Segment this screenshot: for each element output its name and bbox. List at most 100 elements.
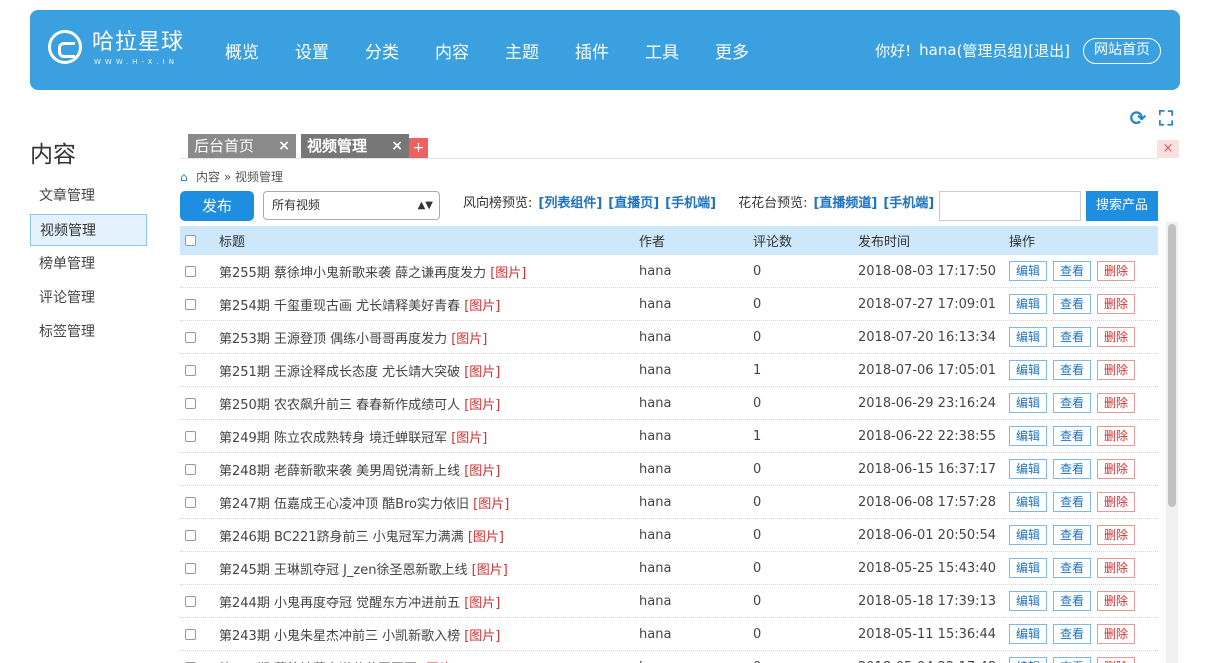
view-button[interactable]: 查看	[1053, 624, 1091, 644]
row-checkbox[interactable]	[185, 430, 196, 442]
delete-button[interactable]: 删除	[1097, 558, 1135, 578]
logout-link[interactable]: [退出]	[1028, 40, 1070, 61]
view-button[interactable]: 查看	[1053, 558, 1091, 578]
preview2-mobile-link[interactable]: [手机端]	[883, 192, 934, 211]
close-icon[interactable]: ×	[391, 134, 403, 158]
nav-overview[interactable]: 概览	[225, 38, 259, 63]
row-checkbox[interactable]	[185, 397, 196, 409]
edit-button[interactable]: 编辑	[1009, 459, 1047, 479]
view-button[interactable]: 查看	[1053, 492, 1091, 512]
row-title[interactable]: 第245期 王琳凯夺冠 J_zen徐圣恩新歌上线	[219, 563, 467, 578]
delete-button[interactable]: 删除	[1097, 492, 1135, 512]
publish-button[interactable]: 发布	[180, 191, 254, 221]
edit-button[interactable]: 编辑	[1009, 360, 1047, 380]
logo[interactable]: 哈拉星球 WWW.H-X.IN	[48, 30, 198, 74]
row-title[interactable]: 第251期 王源诠释成长态度 尤长靖大突破	[219, 365, 460, 380]
nav-tools[interactable]: 工具	[645, 38, 679, 63]
row-checkbox[interactable]	[185, 463, 196, 475]
edit-button[interactable]: 编辑	[1009, 492, 1047, 512]
nav-categories[interactable]: 分类	[365, 38, 399, 63]
scrollbar[interactable]	[1166, 222, 1178, 663]
delete-button[interactable]: 删除	[1097, 261, 1135, 281]
edit-button[interactable]: 编辑	[1009, 624, 1047, 644]
close-panel-icon[interactable]: ×	[1157, 140, 1179, 158]
sidebar-item-charts[interactable]: 榜单管理	[30, 248, 147, 280]
delete-button[interactable]: 删除	[1097, 624, 1135, 644]
delete-button[interactable]: 删除	[1097, 525, 1135, 545]
select-all-checkbox[interactable]	[185, 235, 196, 246]
view-button[interactable]: 查看	[1053, 525, 1091, 545]
delete-button[interactable]: 删除	[1097, 294, 1135, 314]
close-icon[interactable]: ×	[278, 134, 290, 158]
row-checkbox[interactable]	[185, 562, 196, 574]
nav-more[interactable]: 更多	[715, 38, 749, 63]
delete-button[interactable]: 删除	[1097, 657, 1135, 663]
edit-button[interactable]: 编辑	[1009, 261, 1047, 281]
row-title[interactable]: 第253期 王源登顶 偶练小哥哥再度发力	[219, 332, 447, 347]
preview-live-page-link[interactable]: [直播页]	[608, 192, 659, 211]
edit-button[interactable]: 编辑	[1009, 393, 1047, 413]
scrollbar-thumb[interactable]	[1168, 224, 1176, 507]
add-tab-icon[interactable]: +	[409, 138, 428, 158]
nav-settings[interactable]: 设置	[295, 38, 329, 63]
row-title[interactable]: 第246期 BC221跻身前三 小鬼冠军力满满	[219, 530, 464, 545]
row-checkbox[interactable]	[185, 496, 196, 508]
row-title[interactable]: 第250期 农农飙升前三 春春新作成绩可人	[219, 398, 460, 413]
nav-content[interactable]: 内容	[435, 38, 469, 63]
view-button[interactable]: 查看	[1053, 591, 1091, 611]
view-button[interactable]: 查看	[1053, 459, 1091, 479]
preview-live-channel-link[interactable]: [直播频道]	[813, 192, 877, 211]
tab-video-management[interactable]: 视频管理 ×	[301, 134, 409, 158]
row-checkbox[interactable]	[185, 298, 196, 310]
row-title[interactable]: 第243期 小鬼朱星杰冲前三 小凯新歌入榜	[219, 629, 460, 644]
nav-themes[interactable]: 主题	[505, 38, 539, 63]
nav-plugins[interactable]: 插件	[575, 38, 609, 63]
edit-button[interactable]: 编辑	[1009, 558, 1047, 578]
row-checkbox[interactable]	[185, 628, 196, 640]
row-title[interactable]: 第255期 蔡徐坤小鬼新歌来袭 薛之谦再度发力	[219, 266, 486, 281]
site-home-button[interactable]: 网站首页	[1083, 38, 1161, 64]
sidebar-item-articles[interactable]: 文章管理	[30, 180, 147, 212]
fullscreen-icon[interactable]: ⛶	[1156, 108, 1176, 128]
search-button[interactable]: 搜索产品	[1086, 191, 1158, 221]
row-title[interactable]: 第248期 老薛新歌来袭 美男周锐清新上线	[219, 464, 460, 479]
row-title[interactable]: 第244期 小鬼再度夺冠 觉醒东方冲进前五	[219, 596, 460, 611]
view-button[interactable]: 查看	[1053, 393, 1091, 413]
delete-button[interactable]: 删除	[1097, 459, 1135, 479]
edit-button[interactable]: 编辑	[1009, 591, 1047, 611]
edit-button[interactable]: 编辑	[1009, 426, 1047, 446]
row-checkbox[interactable]	[185, 529, 196, 541]
row-title[interactable]: 第247期 伍嘉成王心凌冲顶 酷Bro实力依旧	[219, 497, 469, 512]
preview-list-component-link[interactable]: [列表组件]	[538, 192, 602, 211]
view-button[interactable]: 查看	[1053, 657, 1091, 663]
home-icon[interactable]: ⌂	[180, 171, 192, 183]
tab-dashboard[interactable]: 后台首页 ×	[188, 134, 296, 158]
view-button[interactable]: 查看	[1053, 261, 1091, 281]
video-filter-select[interactable]: 所有视频 ▲▼	[263, 191, 440, 220]
edit-button[interactable]: 编辑	[1009, 327, 1047, 347]
view-button[interactable]: 查看	[1053, 426, 1091, 446]
view-button[interactable]: 查看	[1053, 327, 1091, 347]
row-checkbox[interactable]	[185, 364, 196, 376]
delete-button[interactable]: 删除	[1097, 426, 1135, 446]
sidebar-item-tags[interactable]: 标签管理	[30, 316, 147, 348]
delete-button[interactable]: 删除	[1097, 393, 1135, 413]
refresh-icon[interactable]: ⟳	[1128, 108, 1148, 128]
view-button[interactable]: 查看	[1053, 294, 1091, 314]
edit-button[interactable]: 编辑	[1009, 525, 1047, 545]
row-checkbox[interactable]	[185, 331, 196, 343]
delete-button[interactable]: 删除	[1097, 360, 1135, 380]
preview-mobile-link[interactable]: [手机端]	[665, 192, 716, 211]
view-button[interactable]: 查看	[1053, 360, 1091, 380]
edit-button[interactable]: 编辑	[1009, 657, 1047, 663]
edit-button[interactable]: 编辑	[1009, 294, 1047, 314]
row-title[interactable]: 第254期 千玺重现古画 尤长靖释美好青春	[219, 299, 460, 314]
sidebar-item-videos[interactable]: 视频管理	[30, 214, 147, 246]
search-input[interactable]	[939, 191, 1081, 221]
row-checkbox[interactable]	[185, 595, 196, 607]
delete-button[interactable]: 删除	[1097, 327, 1135, 347]
row-title[interactable]: 第249期 陈立农成熟转身 境迁蝉联冠军	[219, 431, 447, 446]
row-checkbox[interactable]	[185, 265, 196, 277]
sidebar-item-comments[interactable]: 评论管理	[30, 282, 147, 314]
delete-button[interactable]: 删除	[1097, 591, 1135, 611]
